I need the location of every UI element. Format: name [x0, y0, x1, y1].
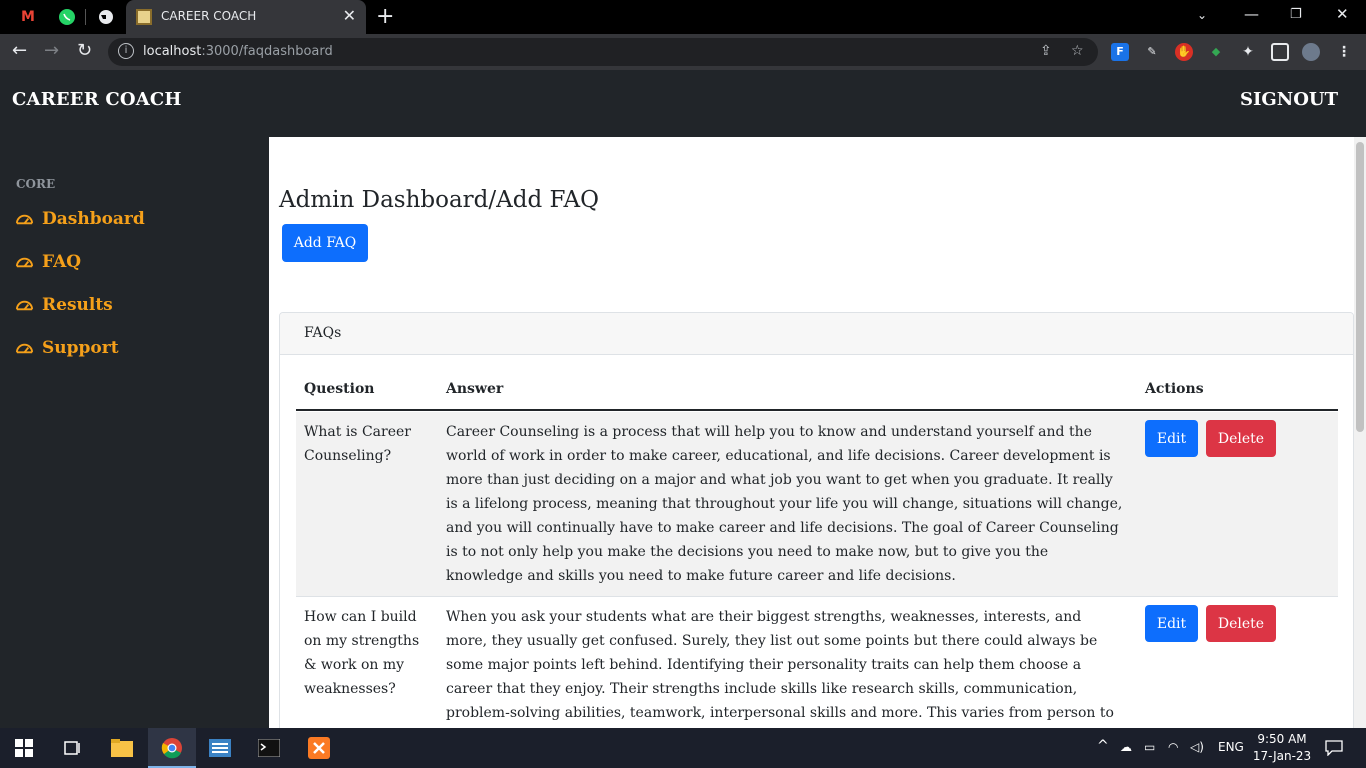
edit-button[interactable]: Edit [1145, 420, 1198, 457]
column-header-question: Question [304, 381, 375, 397]
question-cell: What is Career Counseling? [304, 424, 411, 464]
bookmark-star-icon[interactable]: ☆ [1071, 43, 1084, 59]
windows-start-icon[interactable] [12, 736, 36, 760]
terminal-icon[interactable] [257, 736, 281, 760]
url-path: :3000/faqdashboard [201, 44, 333, 59]
taskbar: ^ ☁ ▭ ◠ ◁) ENG 9:50 AM 17-Jan-23 [0, 728, 1366, 768]
sidebar-item-dashboard[interactable]: Dashboard [15, 209, 145, 229]
extension-pen-icon[interactable]: ✎ [1143, 43, 1161, 61]
extensions-puzzle-icon[interactable]: ✦ [1239, 43, 1257, 61]
address-bar[interactable]: i localhost:3000/faqdashboard ⇪ ☆ [108, 38, 1098, 66]
clock-time: 9:50 AM [1257, 732, 1307, 746]
scrollbar-thumb[interactable] [1356, 142, 1364, 432]
side-panel-icon[interactable] [1271, 43, 1289, 61]
xampp-icon[interactable] [307, 736, 331, 760]
volume-icon[interactable]: ◁) [1190, 740, 1204, 754]
restore-icon[interactable]: ❐ [1290, 7, 1302, 22]
system-clock[interactable]: 9:50 AM 17-Jan-23 [1250, 731, 1314, 765]
sidebar-item-support[interactable]: Support [15, 338, 119, 358]
minimize-icon[interactable]: — [1244, 5, 1259, 23]
extension-adblock-icon[interactable]: ✋ [1175, 43, 1193, 61]
tachometer-icon [15, 214, 34, 224]
add-faq-button[interactable]: Add FAQ [282, 224, 368, 262]
url-text[interactable]: localhost:3000/faqdashboard [143, 44, 333, 59]
question-cell: How can I build on my strengths & work o… [304, 609, 420, 697]
tray-chevron-up-icon[interactable]: ^ [1097, 738, 1109, 754]
sidebar-item-results[interactable]: Results [15, 295, 113, 315]
language-indicator[interactable]: ENG [1218, 740, 1244, 754]
tab-title: CAREER COACH [161, 9, 257, 23]
url-host: localhost [143, 44, 202, 59]
brand-logo[interactable]: CAREER COACH [12, 89, 182, 110]
battery-icon[interactable]: ▭ [1144, 740, 1155, 754]
extension-fi-icon[interactable]: F [1111, 43, 1129, 61]
tab-close-icon[interactable]: ✕ [343, 6, 356, 25]
sidebar: CORE Dashboard FAQ Results Support [0, 137, 269, 728]
answer-cell: Career Counseling is a process that will… [446, 424, 1123, 584]
main-content: Admin Dashboard/Add FAQ Add FAQ FAQs Que… [269, 137, 1354, 728]
profile-avatar[interactable] [1302, 43, 1320, 61]
sidebar-item-label: Support [42, 338, 119, 358]
onedrive-cloud-icon[interactable]: ☁ [1120, 740, 1132, 754]
sidebar-heading: CORE [16, 177, 56, 191]
active-tab[interactable]: CAREER COACH ✕ [126, 0, 366, 34]
tachometer-icon [15, 257, 34, 267]
file-explorer-icon[interactable] [110, 736, 134, 760]
tab-favicon-icon [136, 9, 152, 25]
globe-icon[interactable] [96, 7, 116, 27]
tachometer-icon [15, 300, 34, 310]
notification-icon[interactable] [1322, 736, 1346, 760]
whatsapp-icon[interactable] [57, 7, 77, 27]
back-arrow-icon[interactable]: ← [12, 40, 27, 61]
page-scrollbar[interactable] [1354, 137, 1366, 728]
sidebar-item-faq[interactable]: FAQ [15, 252, 81, 272]
column-header-actions: Actions [1145, 381, 1204, 397]
chrome-icon[interactable] [160, 736, 184, 760]
app-window-icon[interactable] [208, 736, 232, 760]
tab-search-chevron-icon[interactable]: ⌄ [1197, 8, 1207, 22]
delete-button[interactable]: Delete [1206, 605, 1276, 642]
faq-card: FAQs Question Answer Actions What is Car… [279, 312, 1354, 728]
forward-arrow-icon[interactable]: → [44, 40, 59, 61]
delete-button[interactable]: Delete [1206, 420, 1276, 457]
sidebar-item-label: Results [42, 295, 113, 315]
extension-color-icon[interactable]: ◆ [1207, 43, 1225, 61]
sidebar-item-label: Dashboard [42, 209, 145, 229]
tachometer-icon [15, 343, 34, 353]
site-info-icon[interactable]: i [118, 43, 134, 59]
table-row: How can I build on my strengths & work o… [296, 597, 1338, 728]
browser-menu-icon[interactable]: ⋮ [1335, 43, 1353, 61]
sidebar-item-label: FAQ [42, 252, 82, 272]
page-title: Admin Dashboard/Add FAQ [279, 187, 599, 213]
browser-tab-bar: M CAREER COACH ✕ + ⌄ — ❐ ✕ [0, 0, 1366, 34]
table-header: Question Answer Actions [296, 373, 1338, 411]
share-icon[interactable]: ⇪ [1040, 43, 1052, 59]
window-close-icon[interactable]: ✕ [1336, 5, 1349, 23]
signout-link[interactable]: SIGNOUT [1240, 89, 1338, 110]
tab-separator [85, 9, 86, 25]
reload-icon[interactable]: ↻ [77, 40, 92, 61]
app-header: CAREER COACH SIGNOUT [0, 70, 1366, 137]
table-row: What is Career Counseling? Career Counse… [296, 412, 1338, 597]
wifi-icon[interactable]: ◠ [1168, 740, 1178, 754]
column-header-answer: Answer [446, 381, 504, 397]
new-tab-button[interactable]: + [376, 4, 394, 29]
clock-date: 17-Jan-23 [1252, 749, 1312, 763]
edit-button[interactable]: Edit [1145, 605, 1198, 642]
task-view-icon[interactable] [60, 736, 84, 760]
browser-toolbar: ← → ↻ i localhost:3000/faqdashboard ⇪ ☆ [0, 34, 1366, 70]
card-title: FAQs [280, 313, 1353, 355]
answer-cell: When you ask your students what are thei… [446, 609, 1114, 721]
gmail-icon[interactable]: M [18, 7, 38, 27]
